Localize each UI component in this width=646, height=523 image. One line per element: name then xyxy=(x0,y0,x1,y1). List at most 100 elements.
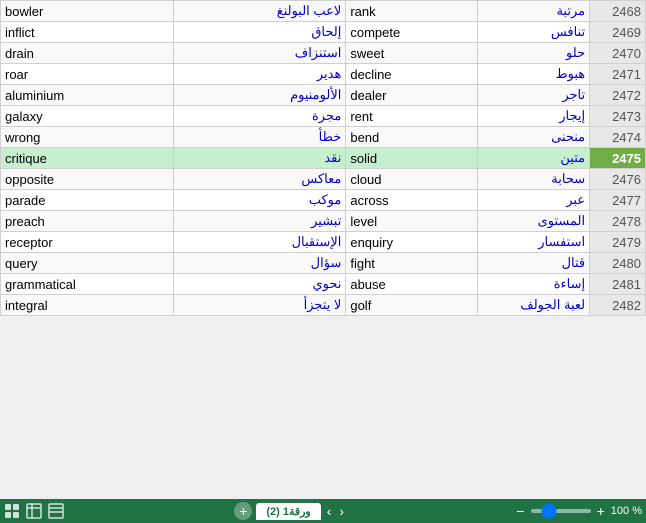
table-cell: لعبة الجولف xyxy=(478,295,590,316)
table-cell: drain xyxy=(1,43,174,64)
next-sheet-button[interactable]: › xyxy=(337,503,346,519)
table-cell: المستوى xyxy=(478,211,590,232)
table-cell: bowler xyxy=(1,1,174,22)
status-bar-left xyxy=(4,503,64,519)
table-cell: مجرة xyxy=(173,106,346,127)
table-cell: إساءة xyxy=(478,274,590,295)
table-cell: خطأً xyxy=(173,127,346,148)
table-row[interactable]: oppositeمعاكسcloudسحابة2476 xyxy=(1,169,646,190)
table-cell: لا يتجزأ xyxy=(173,295,346,316)
table-row[interactable]: roarهديرdeclineهبوط2471 xyxy=(1,64,646,85)
zoom-slider-container xyxy=(531,509,591,513)
table-row[interactable]: aluminiumالألومنيومdealerتاجر2472 xyxy=(1,85,646,106)
table-cell: لاعب البولنغ xyxy=(173,1,346,22)
table-cell: معاكس xyxy=(173,169,346,190)
table-cell: مرتبة xyxy=(478,1,590,22)
table-row[interactable]: grammaticalنحويabuseإساءة2481 xyxy=(1,274,646,295)
table-cell: query xyxy=(1,253,174,274)
table-row[interactable]: receptorالإستقبالenquiryاستفسار2479 xyxy=(1,232,646,253)
table-cell: 2476 xyxy=(590,169,646,190)
table-cell: critique xyxy=(1,148,174,169)
table-cell: wrong xyxy=(1,127,174,148)
table-cell: هدير xyxy=(173,64,346,85)
table-cell: decline xyxy=(346,64,478,85)
table-cell: 2468 xyxy=(590,1,646,22)
table-cell: 2479 xyxy=(590,232,646,253)
table-icon[interactable] xyxy=(26,503,42,519)
table-cell: تبشير xyxy=(173,211,346,232)
table-row[interactable]: wrongخطأًbendمنحنى2474 xyxy=(1,127,646,148)
table-cell: سحابة xyxy=(478,169,590,190)
table-row[interactable]: integralلا يتجزأgolfلعبة الجولف2482 xyxy=(1,295,646,316)
prev-sheet-button[interactable]: ‹ xyxy=(325,503,334,519)
table-cell: متين xyxy=(478,148,590,169)
table-cell: compete xyxy=(346,22,478,43)
table-cell: grammatical xyxy=(1,274,174,295)
table-cell: 2470 xyxy=(590,43,646,64)
table-cell: إيجار xyxy=(478,106,590,127)
grid-icon[interactable] xyxy=(4,503,20,519)
table-cell: sweet xyxy=(346,43,478,64)
table-cell: 2478 xyxy=(590,211,646,232)
table-cell: سؤال xyxy=(173,253,346,274)
table-cell: 2474 xyxy=(590,127,646,148)
table-row[interactable]: critiqueنقدsolidمتين2475 xyxy=(1,148,646,169)
layout-icon[interactable] xyxy=(48,503,64,519)
table-cell: 2477 xyxy=(590,190,646,211)
table-cell: 2472 xyxy=(590,85,646,106)
table-cell: enquiry xyxy=(346,232,478,253)
table-cell: استفسار xyxy=(478,232,590,253)
table-cell: موكب xyxy=(173,190,346,211)
spreadsheet: bowlerلاعب البولنغrankمرتبة2468inflictإل… xyxy=(0,0,646,523)
table-cell: تاجر xyxy=(478,85,590,106)
table-row[interactable]: paradeموكبacrossعبر2477 xyxy=(1,190,646,211)
table-cell: level xyxy=(346,211,478,232)
table-cell: dealer xyxy=(346,85,478,106)
table-cell: الإستقبال xyxy=(173,232,346,253)
table-cell: الألومنيوم xyxy=(173,85,346,106)
status-bar-right: − + 100 % xyxy=(516,503,642,519)
table-cell: نحوي xyxy=(173,274,346,295)
table-row[interactable]: preachتبشيرlevelالمستوى2478 xyxy=(1,211,646,232)
table-cell: aluminium xyxy=(1,85,174,106)
table-row[interactable]: drainاستنزافsweetحلو2470 xyxy=(1,43,646,64)
table-cell: قتال xyxy=(478,253,590,274)
status-bar: + ورقة1 (2) ‹ › − + 100 % xyxy=(0,499,646,523)
table-cell: opposite xyxy=(1,169,174,190)
table-cell: 2473 xyxy=(590,106,646,127)
data-table: bowlerلاعب البولنغrankمرتبة2468inflictإل… xyxy=(0,0,646,316)
zoom-level: 100 % xyxy=(611,505,642,517)
table-cell: across xyxy=(346,190,478,211)
table-cell: تنافس xyxy=(478,22,590,43)
zoom-slider[interactable] xyxy=(531,509,591,513)
table-cell: parade xyxy=(1,190,174,211)
status-bar-center: + ورقة1 (2) ‹ › xyxy=(234,502,346,520)
table-cell: fight xyxy=(346,253,478,274)
table-cell: preach xyxy=(1,211,174,232)
table-cell: إلحاق xyxy=(173,22,346,43)
table-cell: 2480 xyxy=(590,253,646,274)
table-cell: integral xyxy=(1,295,174,316)
table-cell: golf xyxy=(346,295,478,316)
view-icons xyxy=(4,503,64,519)
table-cell: rank xyxy=(346,1,478,22)
scroll-area[interactable]: bowlerلاعب البولنغrankمرتبة2468inflictإل… xyxy=(0,0,646,499)
table-cell: receptor xyxy=(1,232,174,253)
table-row[interactable]: inflictإلحاقcompeteتنافس2469 xyxy=(1,22,646,43)
table-row[interactable]: queryسؤالfightقتال2480 xyxy=(1,253,646,274)
table-cell: rent xyxy=(346,106,478,127)
table-cell: حلو xyxy=(478,43,590,64)
zoom-minus[interactable]: − xyxy=(516,503,524,519)
table-cell: عبر xyxy=(478,190,590,211)
table-cell: 2475 xyxy=(590,148,646,169)
add-sheet-button[interactable]: + xyxy=(234,502,252,520)
table-cell: roar xyxy=(1,64,174,85)
table-cell: abuse xyxy=(346,274,478,295)
sheet-tab[interactable]: ورقة1 (2) xyxy=(256,503,320,520)
table-row[interactable]: bowlerلاعب البولنغrankمرتبة2468 xyxy=(1,1,646,22)
table-cell: inflict xyxy=(1,22,174,43)
zoom-plus[interactable]: + xyxy=(597,503,605,519)
table-cell: 2469 xyxy=(590,22,646,43)
table-cell: bend xyxy=(346,127,478,148)
table-row[interactable]: galaxyمجرةrentإيجار2473 xyxy=(1,106,646,127)
